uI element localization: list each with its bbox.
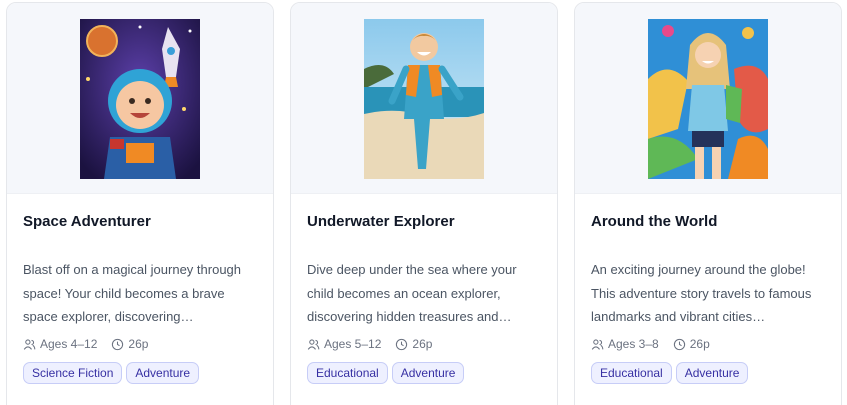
story-title[interactable]: Underwater Explorer xyxy=(307,212,541,232)
genre-tag[interactable]: Adventure xyxy=(675,362,749,384)
genre-tag[interactable]: Adventure xyxy=(126,362,200,384)
genre-tag[interactable]: Educational xyxy=(307,362,388,384)
beach-diver-child-cover-icon xyxy=(364,19,484,179)
genre-tag[interactable]: Educational xyxy=(591,362,672,384)
clock-icon xyxy=(673,338,685,350)
tag-list: Educational Adventure xyxy=(591,362,825,384)
cover-image[interactable] xyxy=(80,19,200,179)
users-icon xyxy=(23,338,36,350)
clock-icon xyxy=(112,338,124,350)
age-range: Ages 3–8 xyxy=(608,337,659,351)
genre-tag[interactable]: Adventure xyxy=(391,362,465,384)
story-description: Blast off on a magical journey through s… xyxy=(23,262,242,324)
story-title[interactable]: Space Adventurer xyxy=(23,212,257,232)
cover-area xyxy=(291,3,557,194)
page-count: 26p xyxy=(128,337,149,351)
story-meta: Ages 5–12 26p xyxy=(307,336,541,352)
story-card[interactable]: Underwater Explorer Dive deep under the … xyxy=(290,2,558,405)
story-meta: Ages 4–12 26p xyxy=(23,336,257,352)
astronaut-child-cover-icon xyxy=(80,19,200,179)
story-grid: Space Adventurer Blast off on a magical … xyxy=(0,0,847,405)
clock-icon xyxy=(396,338,408,350)
tag-list: Educational Adventure xyxy=(307,362,541,384)
genre-tag[interactable]: Science Fiction xyxy=(23,362,123,384)
age-range: Ages 5–12 xyxy=(324,337,382,351)
story-description: Dive deep under the sea where your child… xyxy=(307,262,517,324)
story-title[interactable]: Around the World xyxy=(591,212,825,232)
story-meta: Ages 3–8 26p xyxy=(591,336,825,352)
cover-image[interactable] xyxy=(364,19,484,179)
page-count: 26p xyxy=(689,337,710,351)
users-icon xyxy=(591,338,604,350)
cover-area xyxy=(7,3,273,194)
age-range: Ages 4–12 xyxy=(40,337,98,351)
cover-area xyxy=(575,3,841,194)
story-card[interactable]: Around the World An exciting journey aro… xyxy=(574,2,842,405)
world-traveler-child-cover-icon xyxy=(648,19,768,179)
tag-list: Science Fiction Adventure xyxy=(23,362,257,384)
page-count: 26p xyxy=(412,337,433,351)
story-description: An exciting journey around the globe! Th… xyxy=(591,262,812,324)
story-card[interactable]: Space Adventurer Blast off on a magical … xyxy=(6,2,274,405)
users-icon xyxy=(307,338,320,350)
cover-image[interactable] xyxy=(648,19,768,179)
